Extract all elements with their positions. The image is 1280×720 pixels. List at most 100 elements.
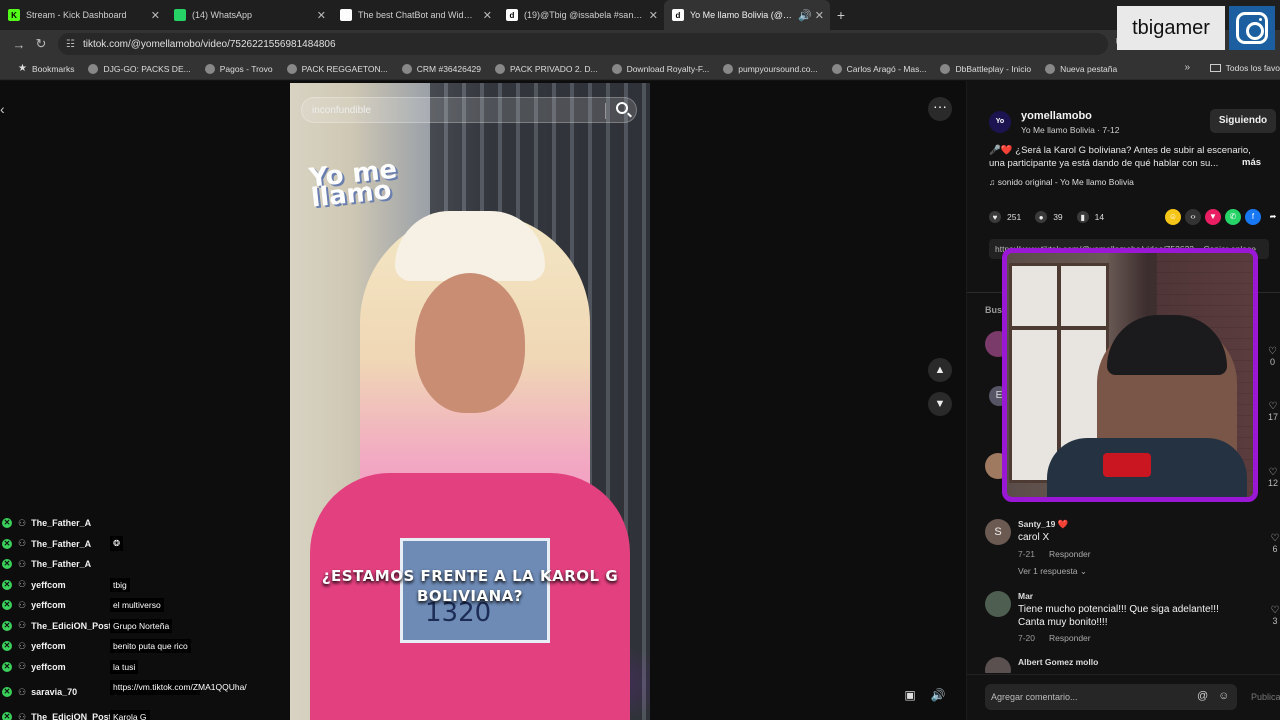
bookmark-item[interactable]: DbBattleplay - Inicio	[940, 63, 1032, 74]
chat-message: ✕ ⚇ saravia_70 https://vm.tiktok.com/ZMA1QQ…	[0, 677, 247, 707]
remove-message-icon[interactable]: ✕	[2, 559, 12, 570]
tab-title: (14) WhatsApp	[192, 10, 253, 20]
author-avatar[interactable]: Yo	[989, 111, 1011, 133]
bookmark-item[interactable]: Nueva pestaña	[1045, 63, 1118, 74]
comment-avatar[interactable]	[985, 591, 1011, 617]
remove-message-icon[interactable]: ✕	[2, 518, 12, 529]
reply-button[interactable]: Responder	[1049, 633, 1091, 643]
more-link[interactable]: más	[1242, 157, 1261, 168]
remove-message-icon[interactable]: ✕	[2, 661, 12, 672]
comment-avatar[interactable]: S	[985, 519, 1011, 545]
miniplayer-icon[interactable]: ▣	[900, 685, 920, 705]
bookmark-label: Nueva pestaña	[1060, 63, 1118, 74]
comment-username[interactable]: Santy_19 ❤️	[1018, 519, 1068, 530]
like-button[interactable]: ♥ 251	[989, 211, 1021, 223]
emoji-icon[interactable]: ☺	[1218, 690, 1229, 702]
bookmark-item[interactable]: CRM #36426429	[401, 63, 481, 74]
video-search-input[interactable]: inconfundible	[301, 97, 637, 123]
publish-button[interactable]: Publica	[1251, 692, 1280, 702]
comment-username[interactable]: Albert Gomez mollo	[1018, 657, 1098, 667]
close-icon[interactable]: ✕	[649, 9, 658, 22]
comment-like-count: 17	[1268, 412, 1279, 422]
chat-username[interactable]: yeffcom	[31, 580, 66, 590]
chat-username[interactable]: The_EdiciON_Post	[31, 712, 112, 720]
chat-username[interactable]: saravia_70	[31, 687, 77, 697]
browser-tab[interactable]: The best ChatBot and Widgets ✕	[332, 0, 498, 30]
comment-like[interactable]: ♡ 17	[1268, 401, 1278, 422]
close-icon[interactable]: ✕	[483, 9, 492, 22]
bookmark-item[interactable]: Download Royalty-F...	[611, 63, 710, 74]
close-video-icon[interactable]: ‹	[0, 101, 5, 117]
emoji-share-icon[interactable]: ☺	[1165, 209, 1181, 225]
comment-avatar[interactable]	[985, 657, 1011, 673]
chat-username[interactable]: yeffcom	[31, 600, 66, 610]
bookmark-item[interactable]: PACK REGGAETON...	[286, 63, 388, 74]
bookmark-item[interactable]: pumpyoursound.co...	[723, 63, 818, 74]
share-arrow-icon[interactable]: ➦	[1265, 209, 1280, 225]
author-username[interactable]: yomellamobo	[1021, 110, 1092, 122]
close-icon[interactable]: 🔊 ✕	[798, 9, 824, 22]
site-info-icon[interactable]: ☷	[66, 39, 75, 50]
bookmark-item[interactable]: Carlos Aragó - Mas...	[831, 63, 926, 74]
next-video-icon[interactable]: ▼	[928, 392, 952, 416]
close-icon[interactable]: ✕	[151, 9, 160, 22]
chat-username[interactable]: The_Father_A	[31, 518, 91, 528]
sound-link[interactable]: ♫ sonido original - Yo Me llamo Bolivia	[989, 177, 1134, 187]
reload-icon[interactable]: ↻	[30, 36, 52, 52]
send-icon[interactable]: ▼	[1205, 209, 1221, 225]
bookmark-item[interactable]: PACK PRIVADO 2. D...	[495, 63, 598, 74]
bookmark-item[interactable]: DJG-GO: PACKS DE...	[88, 63, 191, 74]
whatsapp-share-icon[interactable]: ✆	[1225, 209, 1241, 225]
browser-tab[interactable]: d Yo Me llamo Bolivia (@yom 🔊 ✕	[664, 0, 830, 30]
address-bar[interactable]: ☷ tiktok.com/@yomellamobo/video/75262215…	[58, 33, 1108, 55]
more-bookmarks-icon[interactable]: »	[1184, 62, 1190, 73]
comment-like[interactable]: ♡ 3	[1268, 605, 1280, 626]
bookmark-icon: ▮	[1076, 211, 1089, 223]
remove-message-icon[interactable]: ✕	[2, 538, 12, 549]
view-replies-button[interactable]: Ver 1 respuesta ⌄	[1018, 566, 1087, 577]
comment-item: S Santy_19 ❤️ carol X 7-21 Responder ♡ 6 V…	[985, 519, 1279, 579]
comment-like[interactable]: ♡ 0	[1268, 346, 1277, 367]
remove-message-icon[interactable]: ✕	[2, 687, 12, 697]
search-icon[interactable]	[616, 102, 628, 114]
video-player[interactable]: 1320 Yo me llamo ¿ESTAMOS FRENTE A LA KA…	[290, 83, 650, 720]
chat-username[interactable]: The_EdiciON_Post	[31, 621, 112, 631]
bookmark-item[interactable]: ★ Bookmarks	[18, 63, 74, 74]
bookmark-item[interactable]: Pagos - Trovo	[204, 63, 273, 74]
remove-message-icon[interactable]: ✕	[2, 712, 12, 720]
comment-username[interactable]: Mar	[1018, 591, 1033, 601]
remove-message-icon[interactable]: ✕	[2, 620, 12, 631]
save-button[interactable]: ▮ 14	[1076, 211, 1104, 223]
chat-username[interactable]: yeffcom	[31, 641, 66, 651]
comment-like[interactable]: ♡ 6	[1268, 533, 1280, 554]
close-icon[interactable]: ✕	[317, 9, 326, 22]
comment-button[interactable]: ● 39	[1035, 211, 1063, 223]
site-icon	[204, 63, 215, 74]
chat-username[interactable]: The_Father_A	[31, 539, 91, 549]
bookmark-label: Download Royalty-F...	[626, 63, 710, 74]
facebook-share-icon[interactable]: f	[1245, 209, 1261, 225]
previous-video-icon[interactable]: ▲	[928, 358, 952, 382]
following-button[interactable]: Siguiendo	[1210, 109, 1276, 133]
embed-icon[interactable]: ‹›	[1185, 209, 1201, 225]
chat-username[interactable]: The_Father_A	[31, 559, 91, 569]
bookmark-label: DJG-GO: PACKS DE...	[103, 63, 191, 74]
remove-message-icon[interactable]: ✕	[2, 600, 12, 611]
chat-username[interactable]: yeffcom	[31, 662, 66, 672]
bookmark-label: DbBattleplay - Inicio	[955, 63, 1032, 74]
more-options-icon[interactable]: ···	[928, 97, 952, 121]
browser-tab[interactable]: K Stream - Kick Dashboard ✕	[0, 0, 166, 30]
forward-icon[interactable]: →	[8, 37, 30, 52]
remove-message-icon[interactable]: ✕	[2, 641, 12, 652]
reply-button[interactable]: Responder	[1049, 549, 1091, 559]
all-bookmarks-folder[interactable]: Todos los favo	[1209, 63, 1280, 73]
browser-tab[interactable]: (14) WhatsApp ✕	[166, 0, 332, 30]
chat-message: ✕ ⚇ yeffcom tbig	[0, 575, 200, 596]
comment-like[interactable]: ♡ 12	[1268, 467, 1278, 488]
mention-icon[interactable]: @	[1197, 690, 1208, 702]
volume-icon[interactable]: 🔊	[928, 685, 948, 705]
browser-tab[interactable]: d (19)@Tbig @issabela #santacru ✕	[498, 0, 664, 30]
remove-message-icon[interactable]: ✕	[2, 579, 12, 590]
user-icon: ⚇	[18, 640, 27, 651]
new-tab-icon[interactable]: +	[830, 7, 852, 23]
